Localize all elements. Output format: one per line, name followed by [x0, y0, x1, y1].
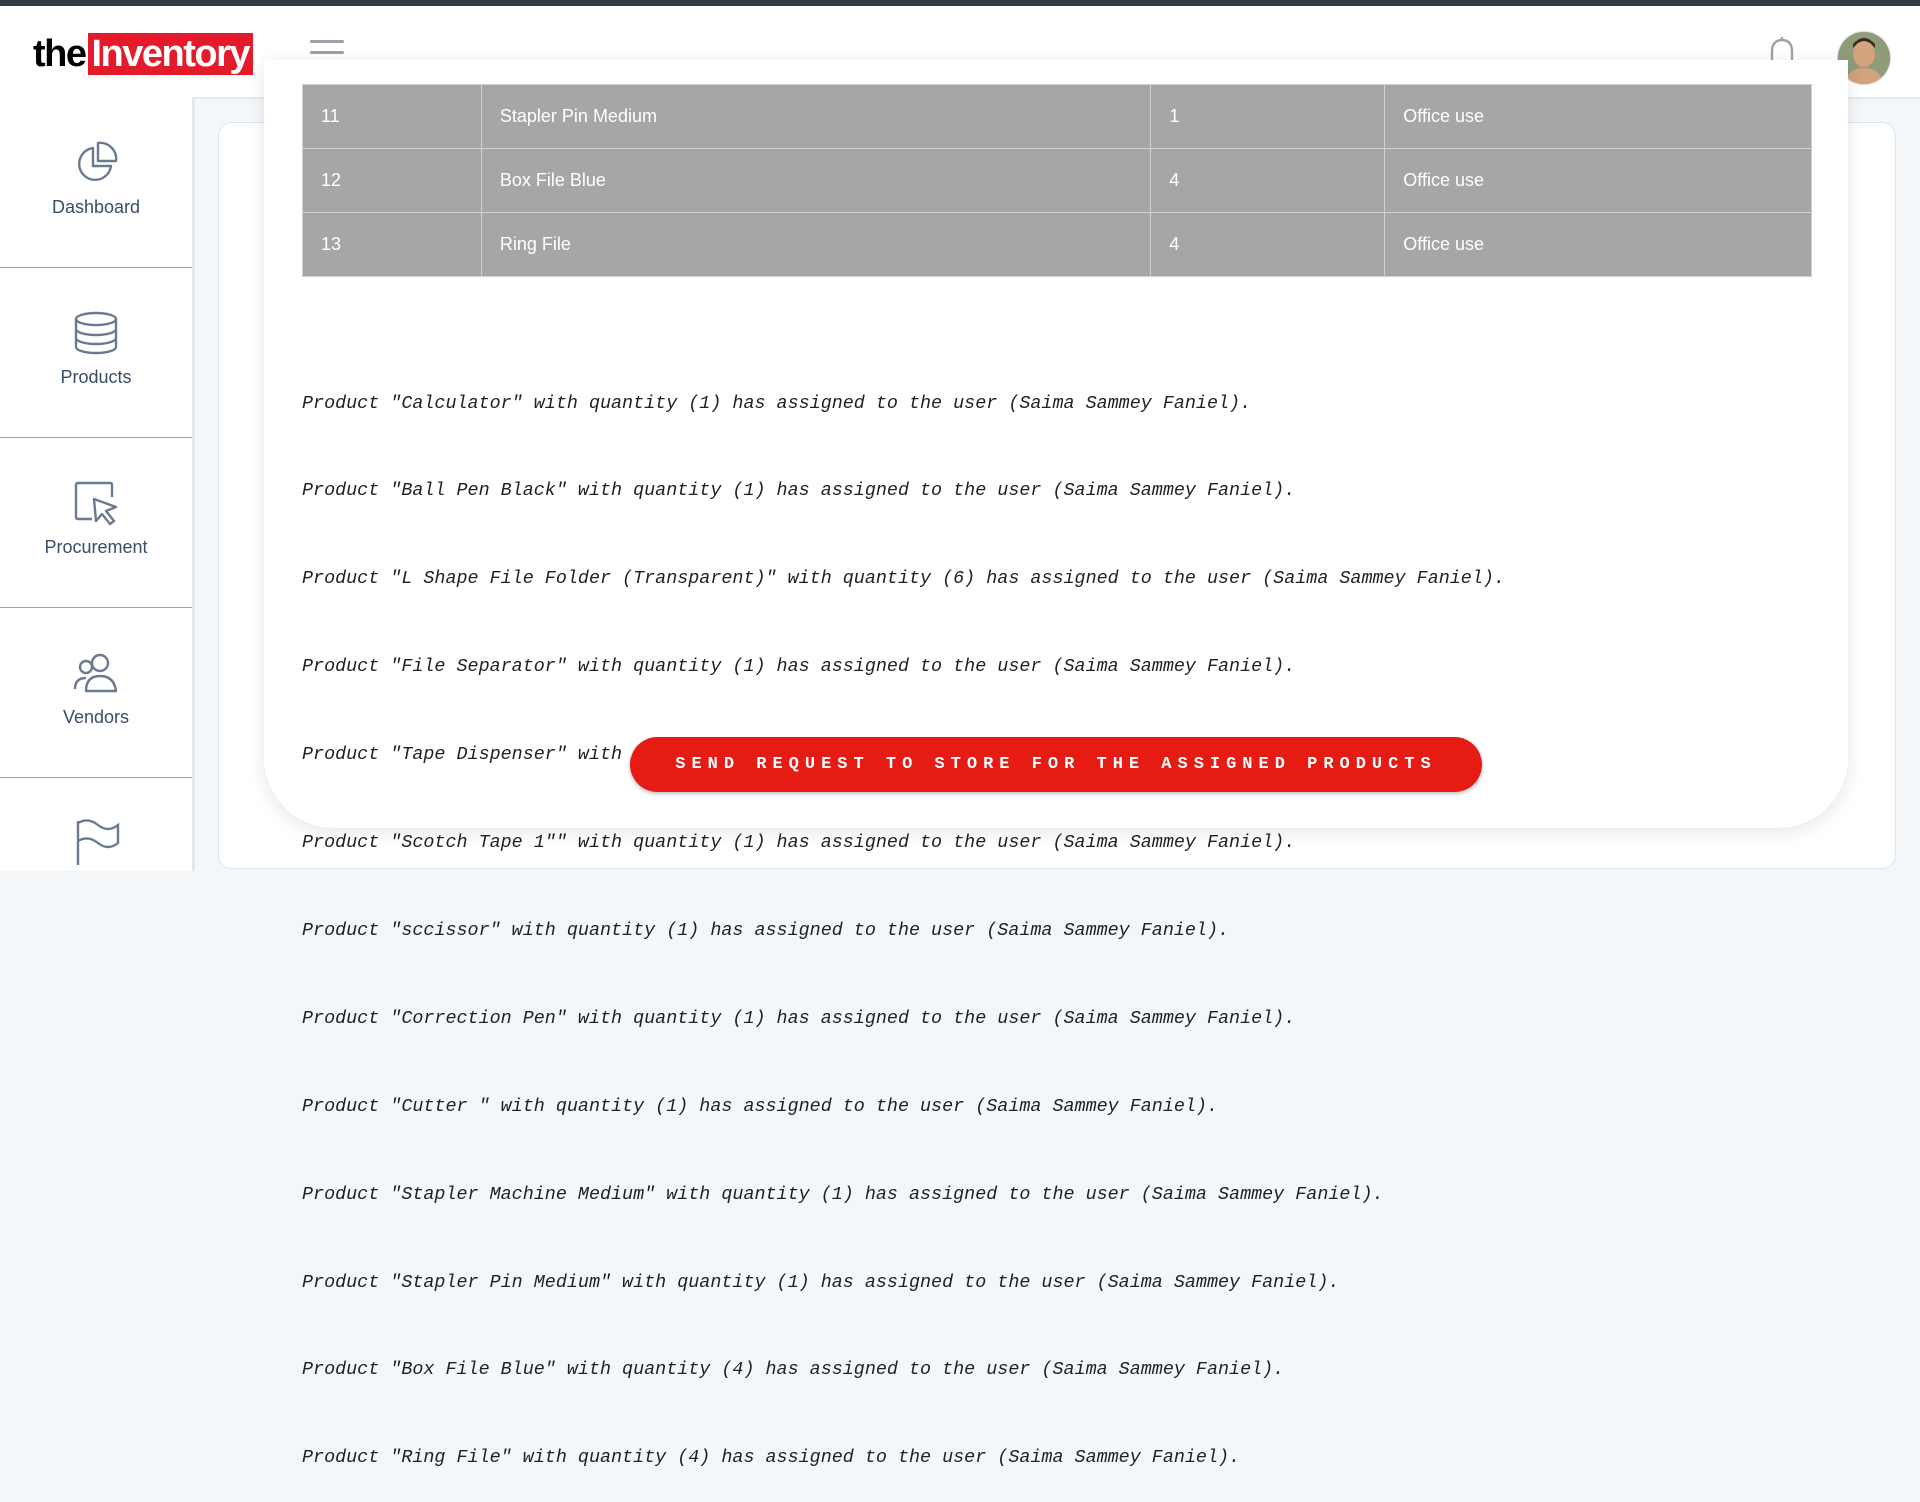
log-line: Product "sccissor" with quantity (1) has… [302, 919, 1230, 941]
sidebar-item-label: Dashboard [51, 197, 141, 217]
table-row: 13 Ring File 4 Office use [302, 212, 1812, 277]
flag-icon [76, 819, 120, 865]
table-cell-product: Ring File [480, 212, 1152, 277]
log-line: Product "Cutter " with quantity (1) has … [302, 1095, 1219, 1117]
log-line: Product "Scotch Tape 1"" with quantity (… [302, 832, 1296, 854]
sidebar-item-label: Vendors [62, 707, 130, 727]
sidebar-item-products[interactable]: Products [0, 267, 192, 438]
logo-brand: Inventory [87, 33, 254, 75]
sidebar: Dashboard Products Procurement Vendors [0, 97, 195, 871]
log-line: Product "Stapler Pin Medium" with quanti… [302, 1271, 1340, 1293]
sidebar-item-flag[interactable] [0, 777, 192, 947]
sidebar-item-label: Procurement [44, 537, 148, 557]
log-line: Product "File Separator" with quantity (… [302, 656, 1296, 678]
log-line: Product "Stapler Machine Medium" with qu… [302, 1183, 1384, 1205]
table-row: 12 Box File Blue 4 Office use [302, 148, 1812, 213]
table-cell-purpose: Office use [1384, 212, 1812, 277]
sidebar-item-label: Products [60, 367, 132, 387]
log-line: Product "Calculator" with quantity (1) h… [302, 392, 1252, 414]
log-line: Product "Ball Pen Black" with quantity (… [302, 480, 1296, 502]
sidebar-item-procurement[interactable]: Procurement [0, 437, 192, 608]
cursor-pointer-icon [74, 481, 118, 526]
table-cell-id: 13 [302, 212, 482, 277]
sidebar-item-dashboard[interactable]: Dashboard [0, 97, 192, 268]
logo-prefix: the [33, 32, 87, 75]
users-icon [73, 653, 118, 693]
table-cell-id: 12 [302, 148, 482, 213]
send-request-button[interactable]: SEND REQUEST TO STORE FOR THE ASSIGNED P… [630, 737, 1482, 792]
assignment-log: Product "Calculator" with quantity (1) h… [302, 330, 1862, 1502]
app-logo[interactable]: the Inventory [33, 31, 254, 77]
log-line: Product "L Shape File Folder (Transparen… [302, 568, 1505, 590]
log-line: Product "Correction Pen" with quantity (… [302, 1007, 1296, 1029]
log-line: Product "Box File Blue" with quantity (4… [302, 1359, 1285, 1381]
pie-chart-icon [77, 141, 118, 182]
table-cell-product: Box File Blue [480, 148, 1152, 213]
table-cell-purpose: Office use [1384, 148, 1812, 213]
sidebar-item-vendors[interactable]: Vendors [0, 607, 192, 778]
log-line: Product "Ring File" with quantity (4) ha… [302, 1447, 1241, 1469]
table-cell-quantity: 4 [1150, 148, 1386, 213]
database-icon [74, 311, 118, 355]
table-cell-quantity: 4 [1150, 212, 1386, 277]
